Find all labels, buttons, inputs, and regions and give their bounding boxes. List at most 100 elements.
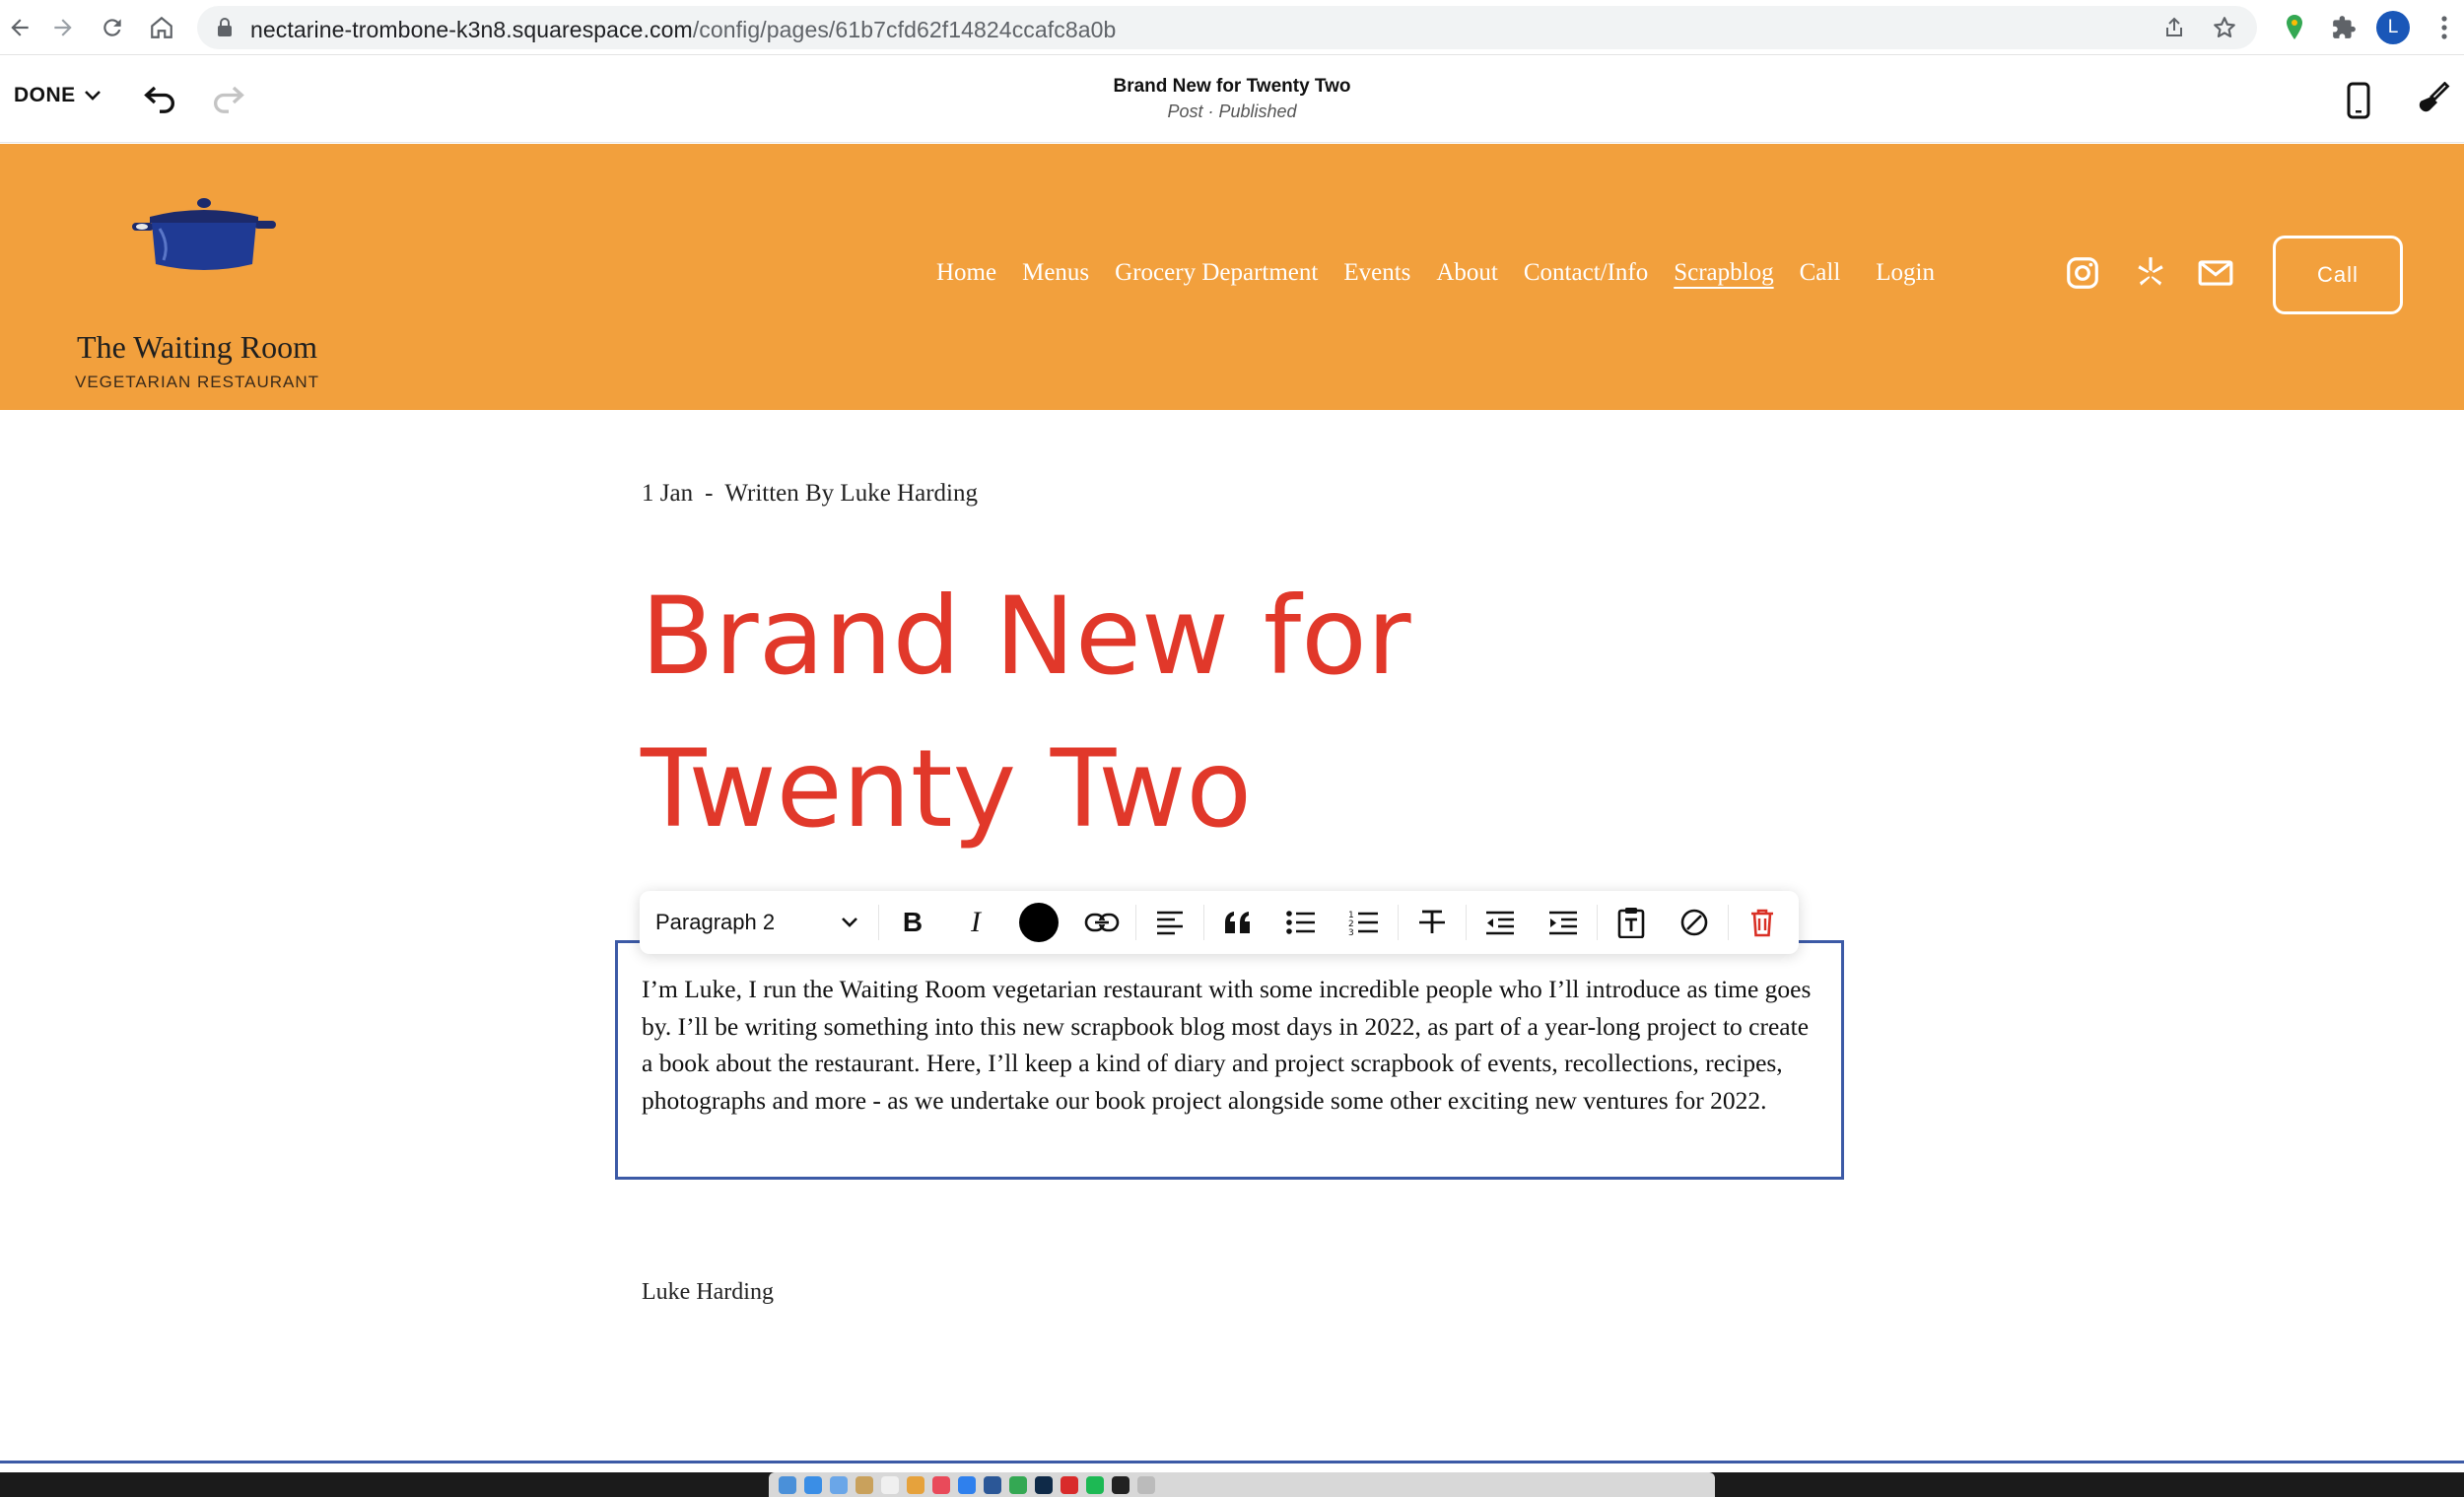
toolbar-divider (1135, 905, 1136, 940)
page-title-area: Brand New for Twenty Two Post · Publishe… (936, 76, 1528, 122)
chevron-down-icon (842, 918, 857, 927)
link-button[interactable] (1070, 891, 1133, 954)
nav-login[interactable]: Login (1876, 259, 1935, 287)
toolbar-divider (1728, 905, 1729, 940)
toolbar-divider (1398, 905, 1399, 940)
logo-subtitle: VEGETARIAN RESTAURANT (74, 373, 319, 391)
back-icon[interactable] (0, 8, 39, 47)
pot-logo-icon (132, 198, 276, 270)
nav-menus[interactable]: Menus (1022, 259, 1089, 287)
done-button[interactable]: DONE (14, 84, 102, 107)
nav-call[interactable]: Call (1800, 259, 1841, 287)
quote-button[interactable] (1206, 891, 1269, 954)
post-title[interactable]: Brand New for Twenty Two (641, 560, 1626, 865)
numbered-list-button[interactable]: 123 (1333, 891, 1396, 954)
word-icon[interactable] (984, 1475, 1001, 1494)
chrome-icon[interactable] (1009, 1475, 1027, 1494)
star-icon[interactable] (2212, 15, 2237, 45)
done-label: DONE (14, 84, 76, 106)
instagram-icon[interactable] (2064, 254, 2101, 297)
undo-icon[interactable] (140, 78, 179, 122)
nav-scrapblog[interactable]: Scrapblog (1674, 259, 1773, 287)
post-byline[interactable]: Written By Luke Harding (724, 480, 978, 507)
post-author[interactable]: Luke Harding (642, 1279, 774, 1306)
trash-icon (1751, 909, 1773, 937)
bold-button[interactable]: B (881, 891, 944, 954)
terminal-icon[interactable] (1112, 1475, 1129, 1494)
photos-icon[interactable] (907, 1475, 924, 1494)
nav-events[interactable]: Events (1343, 259, 1410, 287)
outdent-button[interactable] (1469, 891, 1532, 954)
paragraph-style-select[interactable]: Paragraph 2 (640, 891, 876, 954)
toolbar-divider (878, 905, 879, 940)
page-title: Brand New for Twenty Two (1113, 76, 1351, 97)
paragraph-style-value: Paragraph 2 (655, 910, 776, 934)
text-color-button[interactable] (1007, 891, 1070, 954)
share-icon[interactable] (2162, 16, 2186, 44)
nav-contact-info[interactable]: Contact/Info (1524, 259, 1648, 287)
bold-icon: B (902, 907, 924, 937)
profile-avatar[interactable]: L (2376, 11, 2410, 44)
italic-button[interactable]: I (944, 891, 1007, 954)
forward-icon[interactable] (43, 8, 83, 47)
macos-dock (769, 1472, 1715, 1497)
more-vert-icon[interactable] (2425, 8, 2464, 47)
paste-text-icon (1617, 908, 1645, 938)
quote-icon (1225, 912, 1250, 933)
page-status: Post · Published (1167, 102, 1297, 121)
numbered-list-icon: 123 (1348, 911, 1378, 936)
safari-icon[interactable] (804, 1475, 822, 1494)
yelp-icon[interactable] (2132, 254, 2169, 297)
call-cta-button[interactable]: Call (2273, 236, 2403, 314)
bullet-list-icon (1286, 911, 1315, 934)
address-bar[interactable]: nectarine-trombone-k3n8.squarespace.com/… (197, 6, 2257, 49)
nav-about[interactable]: About (1436, 259, 1498, 287)
url-text: nectarine-trombone-k3n8.squarespace.com/… (250, 17, 1117, 42)
indent-icon (1549, 911, 1577, 935)
page-bottom-divider (0, 1461, 2464, 1463)
notes-icon[interactable] (856, 1475, 873, 1494)
nav-home[interactable]: Home (936, 259, 996, 287)
calendar-icon[interactable] (881, 1475, 899, 1494)
home-icon[interactable] (142, 8, 181, 47)
clear-format-button[interactable] (1663, 891, 1726, 954)
strikethrough-button[interactable] (1401, 891, 1464, 954)
mobile-icon[interactable] (2346, 82, 2371, 124)
main-navigation: Home Menus Grocery Department Events Abo… (936, 259, 1960, 287)
paste-text-button[interactable] (1600, 891, 1663, 954)
acrobat-icon[interactable] (1061, 1475, 1078, 1494)
browser-toolbar: nectarine-trombone-k3n8.squarespace.com/… (0, 0, 2464, 55)
bullet-list-button[interactable] (1269, 891, 1333, 954)
reload-icon[interactable] (93, 8, 132, 47)
paintbrush-icon[interactable] (2417, 81, 2452, 122)
editor-toolbar: DONE Brand New for Twenty Two Post · Pub… (0, 56, 2464, 143)
logo-name: The Waiting Room (77, 329, 317, 365)
appstore-icon[interactable] (958, 1475, 976, 1494)
maps-extension-icon[interactable] (2275, 8, 2314, 47)
post-meta: 1 Jan - Written By Luke Harding (642, 480, 978, 508)
post-body-paragraph[interactable]: I’m Luke, I run the Waiting Room vegetar… (642, 971, 1824, 1119)
spotify-icon[interactable] (1086, 1475, 1104, 1494)
link-icon (1084, 913, 1120, 932)
align-left-icon (1157, 911, 1183, 935)
align-button[interactable] (1138, 891, 1201, 954)
text-format-toolbar: Paragraph 2 B I 123 (640, 891, 1799, 954)
post-title-line-2: Twenty Two (641, 726, 1253, 851)
toolbar-divider (1466, 905, 1467, 940)
trash-dock-icon[interactable] (1137, 1475, 1155, 1494)
redo-icon[interactable] (209, 78, 248, 122)
music-icon[interactable] (932, 1475, 950, 1494)
mail-icon[interactable] (830, 1475, 848, 1494)
post-date: 1 Jan (642, 480, 694, 507)
toolbar-divider (1597, 905, 1598, 940)
email-icon[interactable] (2196, 254, 2235, 297)
finder-icon[interactable] (779, 1475, 796, 1494)
post-title-line-1: Brand New for (641, 574, 1411, 699)
outdent-icon (1486, 911, 1514, 935)
nav-grocery-department[interactable]: Grocery Department (1115, 259, 1318, 287)
photoshop-icon[interactable] (1035, 1475, 1053, 1494)
indent-button[interactable] (1532, 891, 1595, 954)
text-block-editing[interactable]: I’m Luke, I run the Waiting Room vegetar… (615, 940, 1844, 1180)
puzzle-icon[interactable] (2324, 8, 2363, 47)
delete-block-button[interactable] (1731, 891, 1794, 954)
